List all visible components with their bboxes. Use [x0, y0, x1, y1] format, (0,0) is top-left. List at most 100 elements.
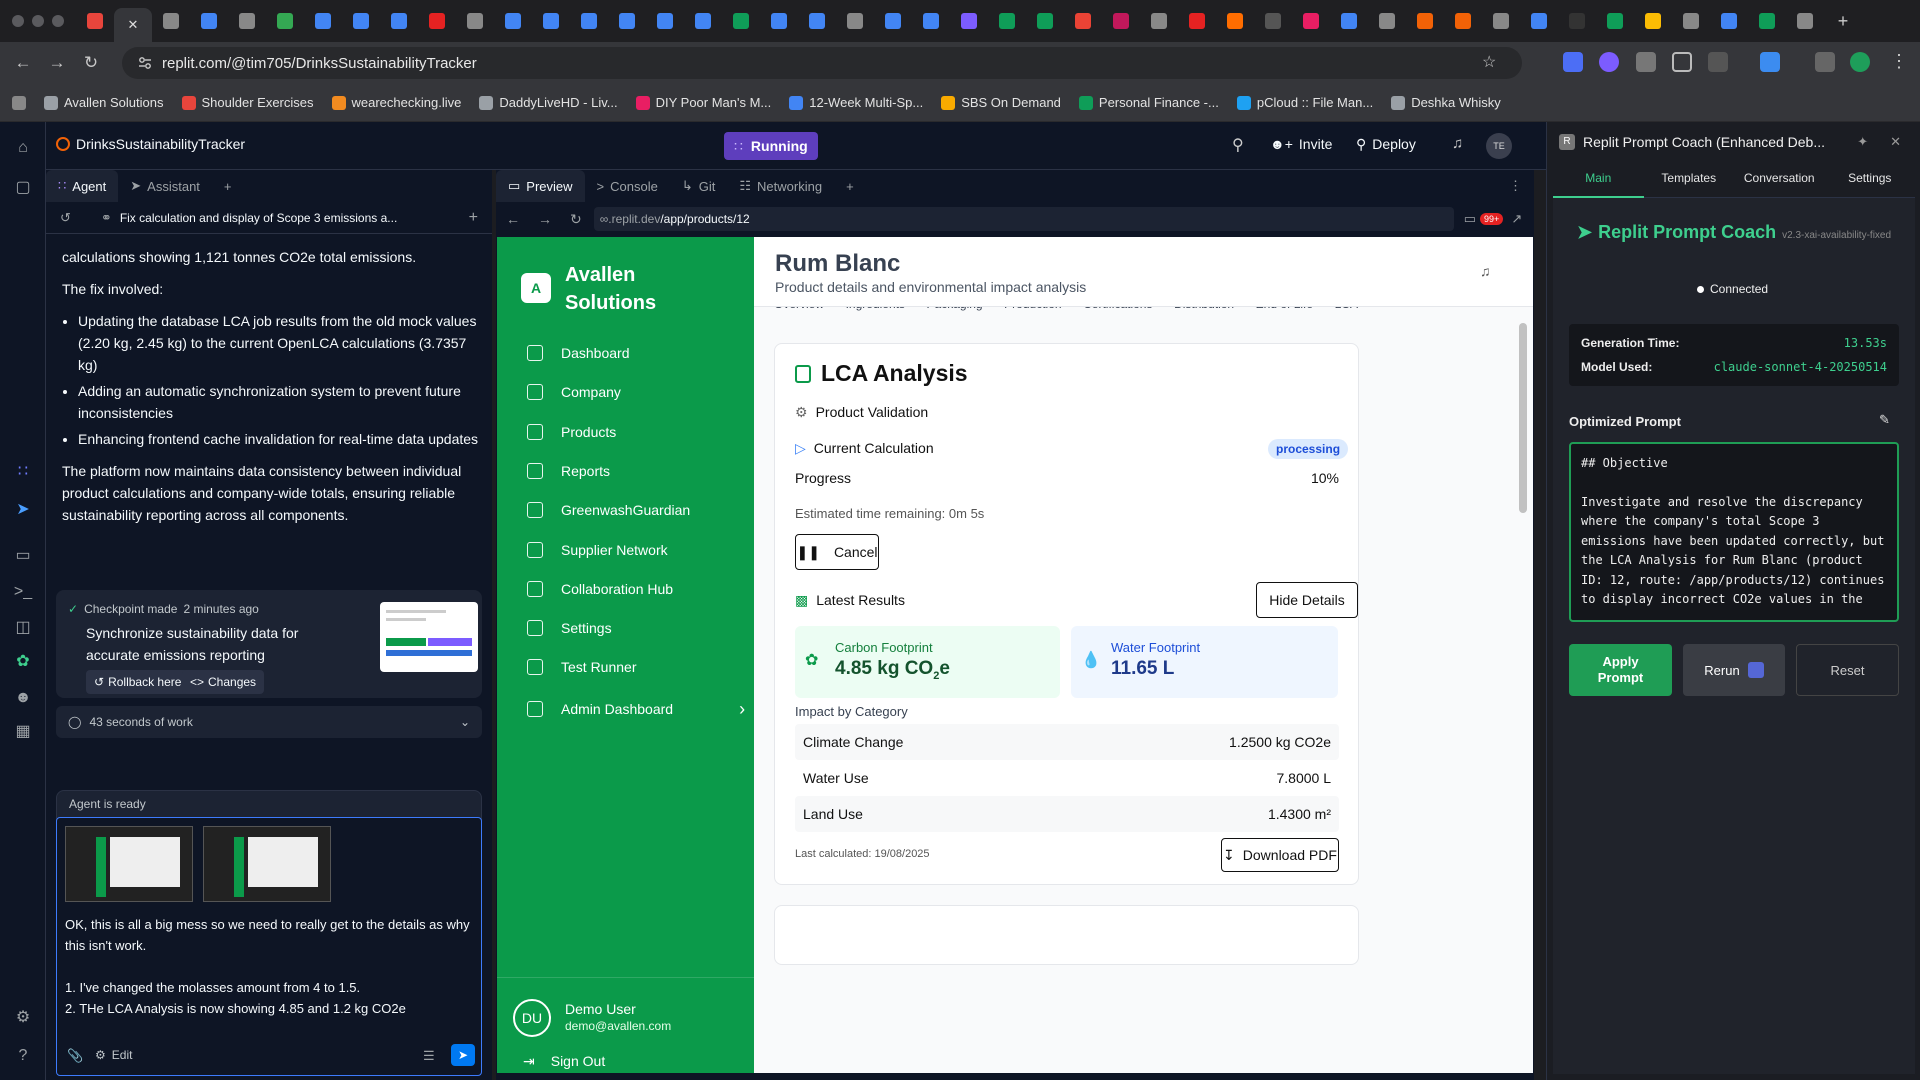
- attachment-thumbnail[interactable]: [203, 826, 331, 902]
- rerun-button[interactable]: Rerun: [1683, 644, 1785, 696]
- profile-icon[interactable]: [1850, 52, 1870, 72]
- tab-main[interactable]: Main: [1553, 158, 1644, 198]
- bookmark-item[interactable]: wearechecking.live: [331, 95, 461, 110]
- extension-icon[interactable]: [1599, 52, 1619, 72]
- assistant-icon[interactable]: ➤: [13, 500, 33, 520]
- browser-tab[interactable]: [532, 7, 570, 35]
- tab-assistant[interactable]: ➤ Assistant: [118, 170, 212, 202]
- optimized-prompt-textarea[interactable]: ## Objective Investigate and resolve the…: [1569, 442, 1899, 622]
- sidebar-item-settings[interactable]: Settings: [527, 620, 612, 637]
- browser-tab[interactable]: [874, 7, 912, 35]
- cancel-button[interactable]: ❚❚ Cancel: [795, 534, 879, 570]
- tab-certifications[interactable]: Certifications: [1083, 307, 1152, 321]
- message-input[interactable]: OK, this is all a big mess so we need to…: [56, 817, 482, 1076]
- browser-tab[interactable]: [1292, 7, 1330, 35]
- apply-prompt-button[interactable]: Apply Prompt: [1569, 644, 1672, 696]
- checkpoint-thumbnail[interactable]: [380, 602, 478, 672]
- home-icon[interactable]: ⌂: [13, 138, 33, 158]
- browser-tab[interactable]: [760, 7, 798, 35]
- bell-icon[interactable]: ♫: [1480, 263, 1491, 279]
- tab-preview[interactable]: ▭ Preview: [496, 170, 585, 202]
- browser-tab[interactable]: [1064, 7, 1102, 35]
- browser-tab[interactable]: [836, 7, 874, 35]
- browser-tab[interactable]: [1178, 7, 1216, 35]
- reset-button[interactable]: Reset: [1796, 644, 1899, 696]
- browser-tab[interactable]: [912, 7, 950, 35]
- browser-tab[interactable]: [494, 7, 532, 35]
- maximize-window-button[interactable]: [52, 15, 64, 27]
- browser-tab[interactable]: [1596, 7, 1634, 35]
- rollback-button[interactable]: ↺ Rollback here: [86, 670, 190, 694]
- sidebar-item-supplier-network[interactable]: Supplier Network: [527, 541, 668, 558]
- download-pdf-button[interactable]: ↧ Download PDF: [1221, 838, 1339, 872]
- sign-out-button[interactable]: ⇥ Sign Out: [523, 1053, 605, 1070]
- browser-tab[interactable]: [152, 7, 190, 35]
- edit-button[interactable]: ⚙ Edit: [95, 1048, 132, 1062]
- back-icon[interactable]: ←: [6, 53, 40, 73]
- preview-back-icon[interactable]: ←: [506, 211, 520, 227]
- sidebar-item-company[interactable]: Company: [527, 384, 621, 401]
- invite-button[interactable]: ☻+ Invite: [1270, 136, 1332, 152]
- browser-tab[interactable]: [1672, 7, 1710, 35]
- browser-tab[interactable]: [304, 7, 342, 35]
- more-options-icon[interactable]: ⋮: [1497, 170, 1534, 202]
- bookmark-item[interactable]: Deshka Whisky: [1391, 95, 1501, 110]
- browser-tab[interactable]: [608, 7, 646, 35]
- window-controls[interactable]: [12, 15, 64, 27]
- tab-agent[interactable]: ∷ Agent: [46, 170, 119, 202]
- browser-tab[interactable]: [342, 7, 380, 35]
- bookmark-item[interactable]: Avallen Solutions: [44, 95, 164, 110]
- notifications-icon[interactable]: ♫: [1452, 135, 1463, 152]
- bookmark-item[interactable]: DaddyLiveHD - Liv...: [479, 95, 618, 110]
- bookmark-item[interactable]: pCloud :: File Man...: [1236, 95, 1373, 110]
- reload-icon[interactable]: ↻: [74, 53, 108, 73]
- browser-tab[interactable]: [1558, 7, 1596, 35]
- extensions-puzzle-icon[interactable]: [1672, 52, 1692, 72]
- browser-tab[interactable]: [1026, 7, 1064, 35]
- browser-tab[interactable]: ✕: [114, 8, 152, 42]
- attach-icon[interactable]: 📎: [67, 1048, 83, 1064]
- close-window-button[interactable]: [12, 15, 24, 27]
- browser-tab[interactable]: [988, 7, 1026, 35]
- notepad-icon[interactable]: ✎: [1879, 412, 1890, 428]
- bookmark-item[interactable]: 12-Week Multi-Sp...: [789, 95, 923, 110]
- browser-menu-icon[interactable]: ⋮: [1890, 51, 1908, 72]
- sidebar-item-products[interactable]: Products: [527, 423, 616, 440]
- user-avatar[interactable]: DU: [513, 999, 551, 1037]
- browser-tab[interactable]: [76, 7, 114, 35]
- browser-tab[interactable]: [1482, 7, 1520, 35]
- sidebar-item-reports[interactable]: Reports: [527, 462, 610, 479]
- browser-tab[interactable]: [1102, 7, 1140, 35]
- thread-title[interactable]: Fix calculation and display of Scope 3 e…: [120, 211, 397, 225]
- browser-tab[interactable]: [1748, 7, 1786, 35]
- minimize-window-button[interactable]: [32, 15, 44, 27]
- tab-ingredients[interactable]: Ingredients: [846, 307, 905, 321]
- tab-overview[interactable]: Overview: [774, 307, 824, 321]
- browser-tab[interactable]: [1140, 7, 1178, 35]
- browser-tab[interactable]: [722, 7, 760, 35]
- pin-icon[interactable]: ✦: [1857, 134, 1868, 150]
- new-thread-button[interactable]: +: [469, 209, 478, 227]
- browser-tab[interactable]: [1216, 7, 1254, 35]
- browser-tab[interactable]: [228, 7, 266, 35]
- new-tab-button[interactable]: +: [834, 170, 866, 202]
- deploy-button[interactable]: ⚲ Deploy: [1356, 136, 1416, 153]
- side-panel-icon[interactable]: [1708, 52, 1728, 72]
- tab-git[interactable]: ↳ Git: [670, 170, 728, 202]
- browser-tab[interactable]: [1444, 7, 1482, 35]
- browser-tab[interactable]: [1710, 7, 1748, 35]
- browser-tab[interactable]: [1368, 7, 1406, 35]
- users-icon[interactable]: ☻: [13, 688, 33, 708]
- browser-tab[interactable]: [1520, 7, 1558, 35]
- search-icon[interactable]: ⚲: [1232, 135, 1244, 155]
- bookmark-item[interactable]: Personal Finance -...: [1078, 95, 1219, 110]
- agent-icon[interactable]: ∷: [13, 462, 33, 482]
- browser-tab[interactable]: [380, 7, 418, 35]
- settings-sliders-icon[interactable]: ☰: [423, 1048, 435, 1064]
- bookmark-star-icon[interactable]: ☆: [1482, 52, 1496, 72]
- history-icon[interactable]: ↺: [60, 210, 71, 226]
- apps-grid-icon[interactable]: [12, 95, 26, 110]
- tab-end-of-life[interactable]: End of Life: [1256, 307, 1313, 321]
- send-button[interactable]: ➤: [451, 1044, 475, 1066]
- tab-packaging[interactable]: Packaging: [927, 307, 983, 321]
